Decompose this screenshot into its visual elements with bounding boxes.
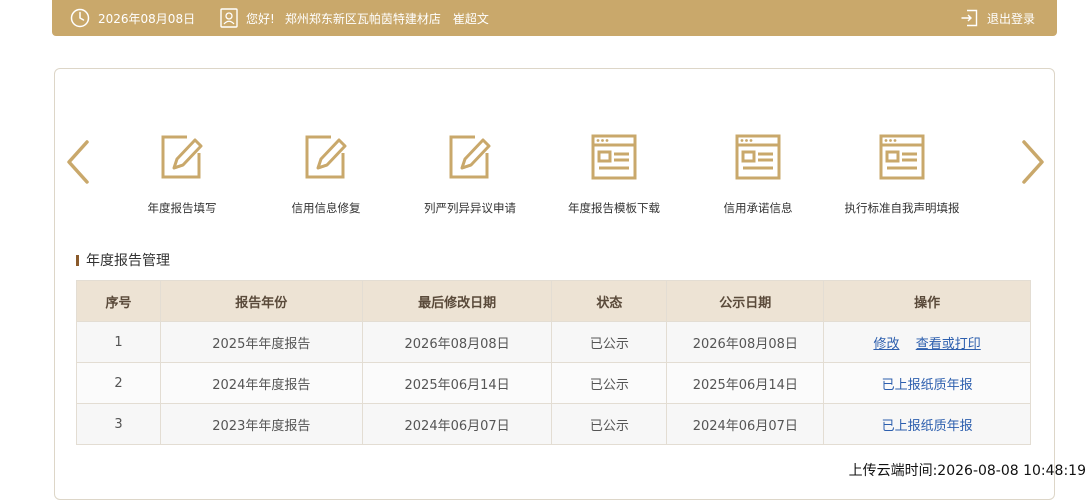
logout-icon [960,9,978,27]
clock-icon [70,8,90,28]
form-window-icon [591,134,637,180]
tile-label: 年度报告填写 [147,201,217,215]
table-row: 1 2025年年度报告 2026年08月08日 已公示 2026年08月08日 … [76,321,1031,363]
column-header: 公示日期 [666,280,825,322]
modified-date: 2024年06月07日 [361,403,553,445]
company-name: 郑州郑东新区瓦帕茵特建材店 [284,11,441,26]
current-date: 2026年08月08日 [98,11,196,26]
tile-credit-commitment[interactable]: 信用承诺信息 [683,132,833,216]
tile-credit-repair[interactable]: 信用信息修复 [251,132,401,216]
tile-label: 执行标准自我声明填报 [844,201,960,215]
modified-date: 2026年08月08日 [361,321,553,363]
row-index: 1 [76,321,161,363]
tile-template-download[interactable]: 年度报告模板下载 [539,132,689,216]
carousel-next-button[interactable] [1018,138,1048,186]
column-header: 最后修改日期 [361,280,553,322]
user-info: 您好! 郑州郑东新区瓦帕茵特建材店 崔超文 [220,0,489,36]
row-index: 2 [76,362,161,404]
edit-icon [161,135,203,179]
section-title-text: 年度报告管理 [86,253,170,269]
section-marker [76,254,79,266]
table-header-row: 序号 报告年份 最后修改日期 状态 公示日期 操作 [76,280,1031,322]
report-table: 序号 报告年份 最后修改日期 状态 公示日期 操作 1 2025年年度报告 20… [76,280,1031,445]
published-date: 2026年08月08日 [666,321,825,363]
column-header: 报告年份 [159,280,363,322]
column-header: 状态 [551,280,668,322]
status: 已公示 [551,403,668,445]
edit-icon [449,135,491,179]
row-index: 3 [76,403,161,445]
chevron-right-icon [1022,140,1044,184]
form-window-icon [735,134,781,180]
tile-standard-declaration[interactable]: 执行标准自我声明填报 [827,132,977,216]
form-window-icon [879,134,925,180]
edit-link[interactable]: 修改 [873,337,899,352]
modified-date: 2025年06月14日 [361,362,553,404]
carousel-prev-button[interactable] [63,138,93,186]
top-bar: 2026年08月08日 您好! 郑州郑东新区瓦帕茵特建材店 崔超文 退出登录 [52,0,1057,36]
user-name: 崔超文 [452,11,489,26]
chevron-left-icon [67,140,89,184]
actions-cell: 已上报纸质年报 [823,362,1031,404]
column-header: 序号 [76,280,161,322]
logout-button[interactable]: 退出登录 [960,0,1035,36]
paper-report-link[interactable]: 已上报纸质年报 [882,378,973,393]
date-info: 2026年08月08日 [70,0,195,36]
tile-label: 信用信息修复 [291,201,361,215]
report-year: 2023年年度报告 [159,403,363,445]
view-print-link[interactable]: 查看或打印 [916,337,981,352]
logout-label: 退出登录 [987,11,1036,26]
published-date: 2024年06月07日 [666,403,825,445]
section-title: 年度报告管理 [76,251,170,269]
tile-annual-report-fill[interactable]: 年度报告填写 [107,132,257,216]
tile-objection-request[interactable]: 列严列异异议申请 [395,132,545,216]
report-year: 2025年年度报告 [159,321,363,363]
status: 已公示 [551,321,668,363]
tile-label: 列严列异异议申请 [424,201,516,215]
report-year: 2024年年度报告 [159,362,363,404]
actions-cell: 修改 查看或打印 [823,321,1031,363]
upload-time: 上传云端时间:2026-08-08 10:48:19 [848,463,1086,479]
table-row: 3 2023年年度报告 2024年06月07日 已公示 2024年06月07日 … [76,403,1031,445]
tile-label: 年度报告模板下载 [568,201,660,215]
greeting: 您好! [246,11,275,26]
actions-cell: 已上报纸质年报 [823,403,1031,445]
table-row: 2 2024年年度报告 2025年06月14日 已公示 2025年06月14日 … [76,362,1031,404]
published-date: 2025年06月14日 [666,362,825,404]
user-card-icon [220,8,238,28]
edit-icon [305,135,347,179]
tile-label: 信用承诺信息 [723,201,793,215]
paper-report-link[interactable]: 已上报纸质年报 [882,419,973,434]
status: 已公示 [551,362,668,404]
column-header: 操作 [823,280,1031,322]
